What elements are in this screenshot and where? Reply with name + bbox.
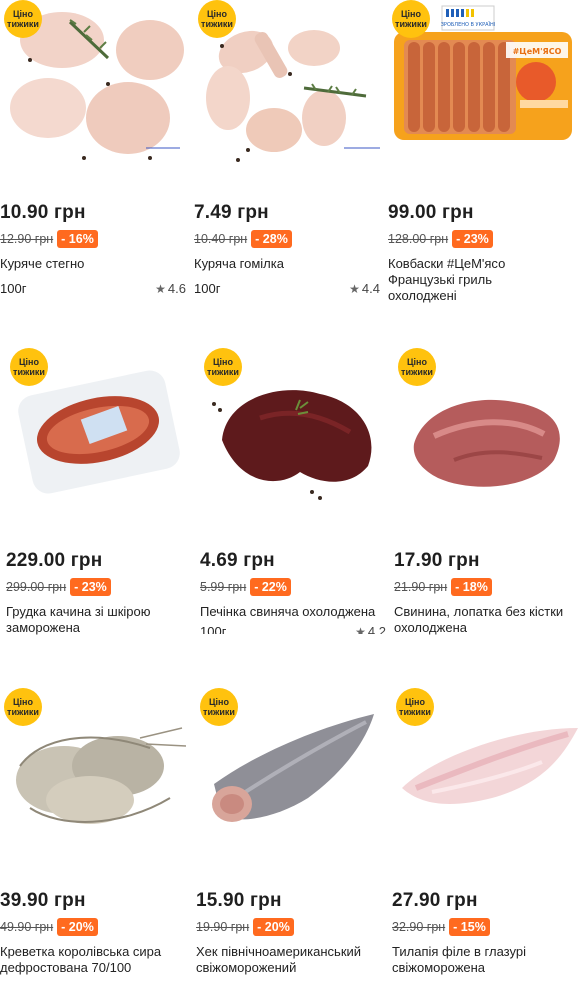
old-price-row: 49.90 грн - 20%: [0, 918, 98, 936]
price-badge: Ціно тижики: [4, 0, 42, 38]
old-price-row: 128.00 грн - 23%: [388, 230, 493, 248]
product-card[interactable]: Ціно тижики 27.90 грн 32.90 грн - 15% Тил…: [392, 688, 582, 1008]
price-badge: Ціно тижики: [396, 688, 434, 726]
product-title[interactable]: Хек північноамериканський свіжоморожений: [196, 944, 382, 976]
product-unit: 100г: [194, 281, 221, 296]
product-price: 39.90 грн: [0, 890, 86, 911]
price-badge: Ціно тижики: [398, 348, 436, 386]
discount-badge: - 15%: [449, 918, 490, 936]
discount-badge: - 28%: [251, 230, 292, 248]
old-price-row: 10.40 грн - 28%: [194, 230, 292, 248]
old-price: 5.99 грн: [200, 580, 247, 594]
star-icon: ★: [355, 625, 366, 634]
discount-badge: - 16%: [57, 230, 98, 248]
price-badge: Ціно тижики: [198, 0, 236, 38]
product-card[interactable]: #ЦеМ'ЯСО ЗРОБЛЕНО В УКРАЇНІ Ціно тижики 9…: [388, 0, 578, 320]
product-unit: 100г: [0, 281, 27, 296]
product-title[interactable]: Грудка качина зі шкірою заморожена: [6, 604, 192, 636]
old-price-row: 12.90 грн - 16%: [0, 230, 98, 248]
product-image-sausages[interactable]: #ЦеМ'ЯСО ЗРОБЛЕНО В УКРАЇНІ Ціно тижики: [388, 0, 578, 170]
product-title[interactable]: Креветка королівська сира дефростована 7…: [0, 944, 186, 976]
pack-origin-text: ЗРОБЛЕНО В УКРАЇНІ: [441, 21, 496, 28]
old-price-row: 32.90 грн - 15%: [392, 918, 490, 936]
product-image-tilapia[interactable]: Ціно тижики: [392, 688, 582, 858]
old-price-row: 299.00 грн - 23%: [6, 578, 111, 596]
price-badge: Ціно тижики: [10, 348, 48, 386]
old-price: 49.90 грн: [0, 920, 54, 934]
product-card[interactable]: Ціно тижики 17.90 грн 21.90 грн - 18% Сви…: [394, 348, 583, 668]
old-price: 21.90 грн: [394, 580, 448, 594]
old-price-row: 5.99 грн - 22%: [200, 578, 291, 596]
discount-badge: - 18%: [451, 578, 492, 596]
old-price: 128.00 грн: [388, 232, 449, 246]
product-rating: ★ 4.6: [155, 281, 186, 296]
old-price-row: 21.90 грн - 18%: [394, 578, 492, 596]
star-icon: ★: [155, 282, 166, 296]
pack-brand-text: #ЦеМ'ЯСО: [513, 47, 562, 56]
product-card[interactable]: Ціно тижики 10.90 грн 12.90 грн - 16% Кур…: [0, 0, 190, 320]
discount-badge: - 20%: [253, 918, 294, 936]
product-unit: 100г: [200, 624, 227, 634]
product-image-chicken-thigh[interactable]: Ціно тижики: [0, 0, 190, 170]
product-card[interactable]: Ціно тижики 39.90 грн 49.90 грн - 20% Кре…: [0, 688, 190, 1008]
product-price: 99.00 грн: [388, 202, 474, 223]
product-rating: ★ 4.4: [349, 281, 380, 296]
product-card[interactable]: Ціно тижики 15.90 грн 19.90 грн - 20% Хек…: [196, 688, 386, 1008]
product-image-chicken-drumstick[interactable]: Ціно тижики: [194, 0, 384, 170]
product-rating: ★ 4.2: [355, 624, 386, 634]
product-title[interactable]: Тилапія філе в глазурі свіжоморожена: [392, 944, 578, 976]
discount-badge: - 23%: [70, 578, 111, 596]
price-badge: Ціно тижики: [4, 688, 42, 726]
product-image-pork-liver[interactable]: Ціно тижики: [200, 348, 390, 518]
product-price: 27.90 грн: [392, 890, 478, 911]
product-price: 17.90 грн: [394, 550, 480, 571]
old-price: 19.90 грн: [196, 920, 250, 934]
old-price: 32.90 грн: [392, 920, 446, 934]
old-price-row: 19.90 грн - 20%: [196, 918, 294, 936]
product-card[interactable]: Ціно тижики 229.00 грн 299.00 грн - 23% Г…: [6, 348, 196, 668]
product-image-hake[interactable]: Ціно тижики: [196, 688, 386, 858]
product-card[interactable]: Ціно тижики 4.69 грн 5.99 грн - 22% Печін…: [200, 348, 390, 668]
product-price: 4.69 грн: [200, 550, 275, 571]
product-price: 10.90 грн: [0, 202, 86, 223]
old-price: 10.40 грн: [194, 232, 248, 246]
product-title[interactable]: Свинина, лопатка без кістки охолоджена: [394, 604, 580, 636]
product-title[interactable]: Ковбаски #ЦеМ'ясо Французькі гриль охоло…: [388, 256, 548, 304]
product-card[interactable]: Ціно тижики 7.49 грн 10.40 грн - 28% Куря…: [194, 0, 384, 320]
old-price: 299.00 грн: [6, 580, 67, 594]
price-badge: Ціно тижики: [204, 348, 242, 386]
discount-badge: - 22%: [250, 578, 291, 596]
star-icon: ★: [349, 282, 360, 296]
product-price: 15.90 грн: [196, 890, 282, 911]
product-price: 229.00 грн: [6, 550, 103, 571]
product-image-duck-breast[interactable]: Ціно тижики: [6, 348, 196, 518]
product-title[interactable]: Печінка свиняча охолоджена: [200, 604, 386, 620]
discount-badge: - 20%: [57, 918, 98, 936]
price-badge: Ціно тижики: [200, 688, 238, 726]
product-image-pork-shoulder[interactable]: Ціно тижики: [394, 348, 583, 518]
product-title[interactable]: Куряча гомілка: [194, 256, 380, 272]
product-image-king-prawn[interactable]: Ціно тижики: [0, 688, 190, 858]
discount-badge: - 23%: [452, 230, 493, 248]
product-title[interactable]: Куряче стегно: [0, 256, 186, 272]
old-price: 12.90 грн: [0, 232, 54, 246]
product-price: 7.49 грн: [194, 202, 269, 223]
price-badge: Ціно тижики: [392, 0, 430, 38]
